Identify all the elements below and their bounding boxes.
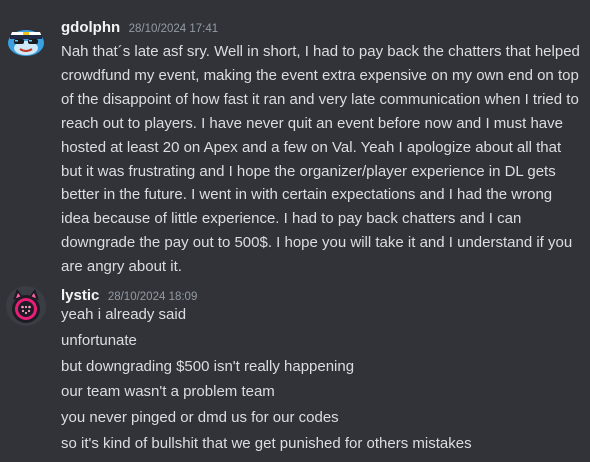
message-header: lystic 28/10/2024 18:09 bbox=[61, 287, 197, 305]
username[interactable]: gdolphn bbox=[61, 19, 120, 36]
message-header: gdolphn 28/10/2024 17:41 bbox=[61, 19, 218, 37]
avatar-lystic[interactable] bbox=[6, 286, 46, 326]
message-content: Nah that´s late asf sry. Well in short, … bbox=[61, 43, 580, 276]
message-line: unfortunate bbox=[61, 331, 137, 349]
message-content: yeah i already said unfortunate but down… bbox=[61, 304, 583, 459]
message-line: yeah i already said bbox=[61, 306, 187, 323]
message-line: but downgrading $500 isn't really happen… bbox=[61, 357, 355, 375]
pink-cat-robot-icon bbox=[6, 286, 46, 326]
message-line: our team wasn't a problem team bbox=[61, 383, 275, 401]
timestamp: 28/10/2024 18:09 bbox=[107, 291, 198, 303]
message-line: you never pinged or dmd us for our codes bbox=[61, 409, 339, 427]
username[interactable]: lystic bbox=[61, 287, 99, 304]
avatar-gdolphn[interactable] bbox=[6, 18, 46, 58]
message-line: so it's kind of bullshit that we get pun… bbox=[61, 434, 472, 452]
timestamp: 28/10/2024 17:41 bbox=[128, 23, 219, 35]
dolphin-cap-icon bbox=[6, 18, 46, 58]
